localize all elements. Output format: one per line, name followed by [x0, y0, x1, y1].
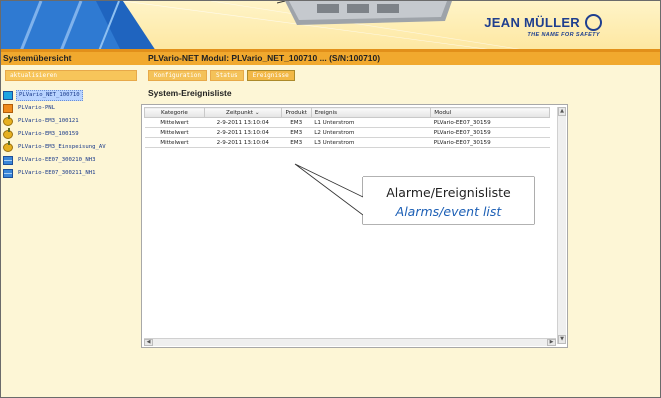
tree-item-ee07-300210[interactable]: PLVario-EE07_300210_NH3	[3, 154, 139, 167]
sidebar: aktualisieren PLVario_NET_100710 PLVario…	[1, 65, 141, 397]
column-header-label: Zeitpunkt	[226, 109, 254, 116]
title-bar: Systemübersicht PLVario-NET Modul: PLVar…	[1, 51, 660, 65]
callout-box: Alarme/Ereignisliste Alarms/event list	[363, 177, 534, 224]
cell-zeitpunkt: 2-9-2011 13:10:04	[204, 137, 282, 148]
brand-name: JEAN MÜLLER	[484, 15, 580, 30]
table-row[interactable]: Mittelwert 2-9-2011 13:10:04 EM3 L2 Unte…	[144, 127, 550, 138]
tree-item-em3-100159[interactable]: PLVario-EM3_100159	[3, 128, 139, 141]
tree-item-label: PLVario-EE07_300211_NH1	[18, 170, 96, 176]
horizontal-scrollbar[interactable]: ◀ ▶	[144, 338, 556, 346]
event-list-panel: Kategorie Zeitpunkt ⌄ Produkt Ereignis M…	[141, 104, 568, 348]
cell-zeitpunkt: 2-9-2011 13:10:04	[204, 117, 282, 128]
callout-german-text: Alarme/Ereignisliste	[386, 185, 511, 200]
scroll-up-icon[interactable]: ▲	[558, 107, 566, 116]
tree-item-label: PLVario-EM3_100159	[18, 131, 79, 137]
cell-modul: PLVario-EE07_30159	[430, 127, 550, 138]
cell-ereignis: L1 Unterstrom	[311, 117, 431, 128]
tab-bar: Konfiguration Status Ereignisse	[148, 70, 295, 81]
scroll-left-icon[interactable]: ◀	[144, 339, 153, 346]
callout-english-text: Alarms/event list	[395, 204, 502, 219]
brand-tagline: THE NAME FOR SAFETY	[527, 32, 600, 38]
tree-item-em3-einspeisung[interactable]: PLVario-EM3_Einspeisung_AV	[3, 141, 139, 154]
refresh-button[interactable]: aktualisieren	[5, 70, 137, 81]
meter-icon	[3, 115, 13, 126]
scroll-down-icon[interactable]: ▼	[558, 335, 566, 344]
tab-konfiguration[interactable]: Konfiguration	[148, 70, 207, 81]
header-banner: JEAN MÜLLER THE NAME FOR SAFETY	[1, 1, 660, 51]
tree-item-plvario-pnl[interactable]: PLVario-PNL	[3, 102, 139, 115]
tree-item-label: PLVario-EM3_100121	[18, 118, 79, 124]
cell-produkt: EM3	[281, 127, 312, 138]
system-overview-title: Systemübersicht	[3, 53, 72, 63]
cell-produkt: EM3	[281, 137, 312, 148]
column-header-kategorie[interactable]: Kategorie	[144, 107, 205, 118]
device-tree: PLVario_NET_100710 PLVario-PNL PLVario-E…	[3, 89, 139, 180]
cell-produkt: EM3	[281, 117, 312, 128]
panel-icon	[3, 104, 13, 113]
app-window: JEAN MÜLLER THE NAME FOR SAFETY Systemüb…	[0, 0, 661, 398]
section-title: System-Ereignisliste	[148, 88, 232, 98]
module-title: PLVario-NET Modul: PLVario_NET_100710 ..…	[148, 53, 381, 63]
event-table: Kategorie Zeitpunkt ⌄ Produkt Ereignis M…	[144, 107, 550, 148]
table-header-row: Kategorie Zeitpunkt ⌄ Produkt Ereignis M…	[144, 107, 550, 118]
cell-kategorie: Mittelwert	[144, 127, 205, 138]
cell-ereignis: L2 Unterstrom	[311, 127, 431, 138]
switch-disconnector-icon	[3, 156, 13, 165]
tree-item-label: PLVario-EM3_Einspeisung_AV	[18, 144, 106, 150]
cell-ereignis: L3 Unterstrom	[311, 137, 431, 148]
scroll-right-icon[interactable]: ▶	[547, 339, 556, 346]
sort-descending-icon: ⌄	[254, 109, 260, 116]
cell-modul: PLVario-EE07_30159	[430, 117, 550, 128]
tab-status[interactable]: Status	[209, 70, 244, 81]
switch-disconnector-icon	[3, 169, 13, 178]
meter-icon	[3, 128, 13, 139]
table-row[interactable]: Mittelwert 2-9-2011 13:10:04 EM3 L3 Unte…	[144, 137, 550, 148]
tree-item-em3-100121[interactable]: PLVario-EM3_100121	[3, 115, 139, 128]
cell-kategorie: Mittelwert	[144, 117, 205, 128]
tree-item-ee07-300211[interactable]: PLVario-EE07_300211_NH1	[3, 167, 139, 180]
vertical-scrollbar[interactable]: ▲ ▼	[557, 107, 566, 344]
tree-item-label: PLVario_NET_100710	[16, 90, 83, 101]
column-header-modul[interactable]: Modul	[430, 107, 550, 118]
tree-item-plvario-net[interactable]: PLVario_NET_100710	[3, 89, 139, 102]
meter-icon	[3, 141, 13, 152]
brand-logo-icon	[585, 14, 602, 31]
cell-kategorie: Mittelwert	[144, 137, 205, 148]
table-row[interactable]: Mittelwert 2-9-2011 13:10:04 EM3 L1 Unte…	[144, 117, 550, 128]
tree-item-label: PLVario-PNL	[18, 105, 56, 111]
network-device-icon	[3, 91, 13, 100]
device-image	[277, 1, 452, 25]
cell-modul: PLVario-EE07_30159	[430, 137, 550, 148]
tab-ereignisse[interactable]: Ereignisse	[246, 70, 295, 81]
cell-zeitpunkt: 2-9-2011 13:10:04	[204, 127, 282, 138]
column-header-zeitpunkt[interactable]: Zeitpunkt ⌄	[203, 107, 282, 118]
column-header-produkt[interactable]: Produkt	[280, 107, 312, 118]
tree-item-label: PLVario-EE07_300210_NH3	[18, 157, 96, 163]
column-header-ereignis[interactable]: Ereignis	[310, 107, 432, 118]
